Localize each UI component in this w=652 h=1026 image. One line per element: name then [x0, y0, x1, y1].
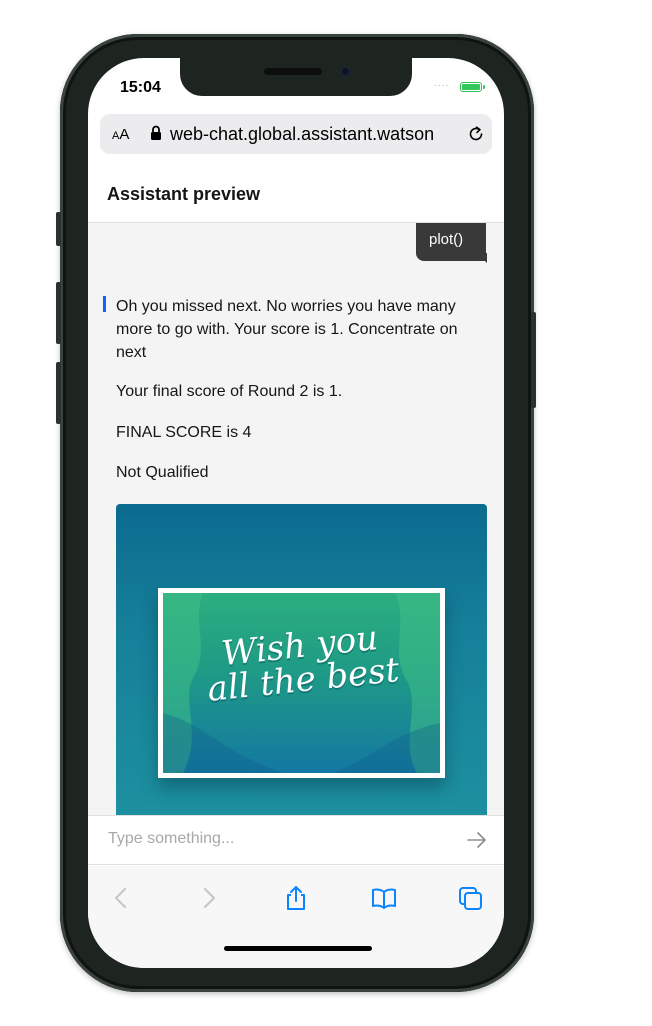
url-text[interactable]: web-chat.global.assistant.watson — [170, 124, 452, 145]
bot-message: Your final score of Round 2 is 1. — [116, 383, 343, 400]
status-time: 15:04 — [120, 79, 161, 96]
chat-title: Assistant preview — [107, 184, 261, 204]
battery-level — [462, 84, 480, 90]
address-bar[interactable]: AA web-chat.global.assistant.watson — [100, 114, 492, 154]
text-size-button[interactable]: AA — [112, 126, 129, 143]
volume-up-button — [56, 282, 61, 344]
user-bubble-tail — [477, 253, 487, 263]
volume-down-button — [56, 362, 61, 424]
speaker-grille — [264, 68, 322, 75]
composer — [88, 815, 504, 865]
reload-icon[interactable] — [466, 124, 486, 144]
home-indicator — [224, 946, 372, 951]
forward-icon[interactable] — [194, 884, 222, 912]
lock-icon — [151, 125, 161, 140]
notch — [180, 58, 412, 96]
back-icon[interactable] — [108, 884, 136, 912]
user-message-bubble: plot() — [416, 223, 486, 261]
silent-switch — [56, 212, 61, 246]
phone-screen: 15:04 .... AA web-chat.global.assistant.… — [88, 58, 504, 968]
bookmarks-icon[interactable] — [370, 884, 398, 912]
power-button — [531, 312, 536, 408]
tabs-icon[interactable] — [456, 884, 484, 912]
safari-toolbar — [88, 866, 504, 968]
bot-message: Oh you missed next. No worries you have … — [116, 298, 458, 361]
chat-transcript[interactable]: plot() Oh you missed next. No worries yo… — [88, 223, 504, 815]
battery-icon — [460, 82, 482, 92]
user-message-text: plot() — [429, 231, 464, 248]
bot-message: Not Qualified — [116, 464, 209, 481]
card-artwork: Wish you all the best — [163, 593, 440, 773]
share-icon[interactable] — [282, 884, 310, 912]
bot-message: FINAL SCORE is 4 — [116, 424, 252, 441]
text-size-large: A — [119, 126, 130, 143]
front-camera — [340, 66, 351, 77]
picture-frame: Wish you all the best — [158, 588, 445, 778]
arrow-right-icon[interactable] — [466, 830, 488, 850]
battery-tip — [483, 85, 485, 89]
message-input[interactable] — [108, 830, 428, 848]
bot-message-indicator — [103, 296, 106, 312]
chat-header: Assistant preview — [88, 166, 504, 223]
image-card[interactable]: Wish you all the best — [116, 504, 487, 815]
signal-indicator: .... — [434, 78, 450, 89]
